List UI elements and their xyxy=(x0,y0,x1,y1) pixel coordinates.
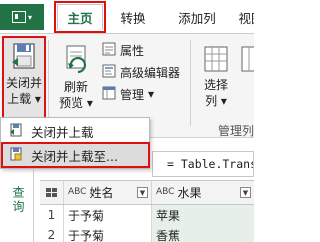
choose-columns-label-line2: 列 ▾ xyxy=(205,94,227,108)
tab-home[interactable]: 主页 xyxy=(54,1,106,33)
queries-pane[interactable]: 查询 xyxy=(0,170,34,242)
grid-header-row: ABC 姓名 ▼ ABC 水果 ▼ xyxy=(40,181,254,205)
close-and-load-icon xyxy=(9,123,23,140)
ribbon-tab-bar: ▾ 主页 转换 添加列 视图 xyxy=(0,0,254,34)
data-grid: ABC 姓名 ▼ ABC 水果 ▼ 1 于予菊 苹果 2 于予菊 香蕉 xyxy=(40,180,254,242)
file-menu-button[interactable]: ▾ xyxy=(0,4,44,30)
refresh-label-line2: 预览 ▾ xyxy=(59,96,93,110)
refresh-icon xyxy=(61,44,91,79)
ribbon-separator xyxy=(190,40,191,126)
cell-name[interactable]: 于予菊 xyxy=(64,225,152,242)
manage-button[interactable]: 管理 ▾ xyxy=(102,84,154,104)
chevron-down-icon: ▾ xyxy=(34,92,41,106)
properties-icon xyxy=(102,42,116,59)
cell-fruit[interactable]: 苹果 xyxy=(152,205,254,225)
remove-columns-button[interactable] xyxy=(240,44,254,104)
cell-fruit[interactable]: 香蕉 xyxy=(152,225,254,242)
refresh-label-line1: 刷新 xyxy=(63,80,88,94)
menu-item-label: 关闭并上载至... xyxy=(31,148,118,164)
close-and-load-menu: 关闭并上载 关闭并上载至... xyxy=(0,117,150,169)
cell-name[interactable]: 于予菊 xyxy=(64,205,152,225)
formula-text: = Table.Trans xyxy=(167,157,254,171)
chevron-down-icon: ▾ xyxy=(148,87,155,101)
manage-columns-group-label: 管理列 xyxy=(218,124,254,138)
advanced-editor-icon xyxy=(102,64,116,81)
row-index: 2 xyxy=(40,225,64,242)
column-header-fruit[interactable]: ABC 水果 ▼ xyxy=(152,181,254,204)
chevron-down-icon: ▾ xyxy=(27,12,32,22)
choose-columns-button[interactable]: 选择 列 ▾ xyxy=(198,44,234,120)
table-row[interactable]: 1 于予菊 苹果 xyxy=(40,205,254,225)
menu-item-label: 关闭并上载 xyxy=(31,124,94,140)
column-filter-dropdown-icon[interactable]: ▼ xyxy=(137,187,148,198)
tab-add-column[interactable]: 添加列 xyxy=(166,4,228,30)
close-and-load-icon xyxy=(10,42,38,75)
choose-columns-icon xyxy=(202,44,230,77)
file-icon xyxy=(11,11,26,23)
refresh-preview-button[interactable]: 刷新 预览 ▾ xyxy=(54,44,98,120)
text-type-icon[interactable]: ABC xyxy=(156,188,174,197)
tab-transform[interactable]: 转换 xyxy=(112,4,154,30)
manage-label: 管理 xyxy=(120,87,145,102)
table-row[interactable]: 2 于予菊 香蕉 xyxy=(40,225,254,242)
ribbon-separator xyxy=(48,40,49,126)
menu-item-close-and-load[interactable]: 关闭并上载 xyxy=(3,120,148,142)
power-query-editor: ▾ 主页 转换 添加列 视图 关闭并 上载 ▾ xyxy=(0,0,254,242)
close-and-load-button[interactable]: 关闭并 上载 ▾ xyxy=(2,36,46,120)
choose-columns-label-line1: 选择 xyxy=(203,78,228,92)
properties-label: 属性 xyxy=(120,43,145,58)
close-and-load-to-icon xyxy=(9,147,23,164)
row-index: 1 xyxy=(40,205,64,225)
tab-view[interactable]: 视图 xyxy=(236,4,254,30)
text-type-icon[interactable]: ABC xyxy=(68,188,86,197)
close-and-load-label-line2: 上载 ▾ xyxy=(7,92,41,106)
chevron-down-icon: ▾ xyxy=(220,94,227,108)
advanced-editor-label: 高级编辑器 xyxy=(120,65,181,80)
table-menu-icon[interactable] xyxy=(40,181,64,204)
close-and-load-label-line1: 关闭并 xyxy=(5,76,42,90)
column-header-name[interactable]: ABC 姓名 ▼ xyxy=(64,181,152,204)
advanced-editor-button[interactable]: 高级编辑器 xyxy=(102,62,180,82)
properties-button[interactable]: 属性 xyxy=(102,40,144,60)
menu-item-close-and-load-to[interactable]: 关闭并上载至... xyxy=(1,142,150,168)
column-filter-dropdown-icon[interactable]: ▼ xyxy=(240,187,251,198)
manage-icon xyxy=(102,86,116,103)
formula-bar[interactable]: = Table.Trans xyxy=(152,151,254,177)
queries-pane-label: 查询 xyxy=(11,186,25,214)
column-header-label: 水果 xyxy=(177,186,202,200)
chevron-down-icon: ▾ xyxy=(86,96,93,110)
column-header-label: 姓名 xyxy=(89,186,114,200)
